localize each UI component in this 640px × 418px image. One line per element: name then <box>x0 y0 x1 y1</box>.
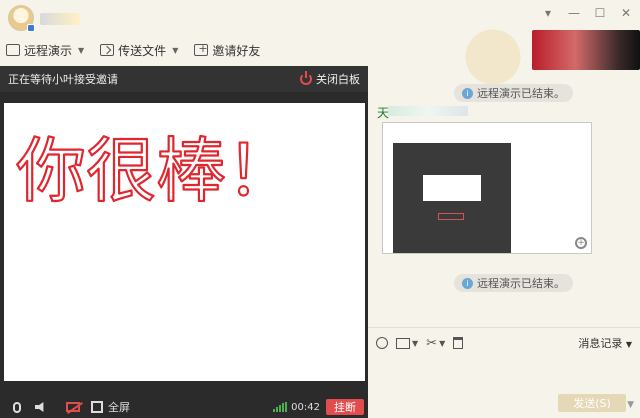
cat-background-image <box>458 22 528 92</box>
zoom-in-icon[interactable]: + <box>575 237 587 249</box>
whiteboard-status: 正在等待小叶接受邀请 <box>8 73 118 86</box>
system-notice: i 远程演示已结束。 <box>454 274 573 292</box>
send-file-icon <box>100 44 115 56</box>
handwriting-drawing: 你很棒！ <box>15 129 297 213</box>
close-icon[interactable]: ✕ <box>620 6 632 20</box>
handwriting-text: 你很棒！ <box>16 130 296 212</box>
notice-text: 远程演示已结束。 <box>477 277 565 290</box>
invite-icon <box>194 42 209 56</box>
image-icon <box>396 337 410 349</box>
camera-off-icon[interactable] <box>66 400 80 414</box>
message-history-label: 消息记录 <box>578 337 623 350</box>
whiteboard-canvas[interactable]: 你很棒！ <box>4 103 365 381</box>
contact-name-blurred <box>40 13 80 25</box>
maximize-icon[interactable]: ☐ <box>594 6 606 20</box>
send-file-button[interactable]: 传送文件 ▼ <box>100 42 178 59</box>
screenshot-button[interactable]: ✂ ▼ <box>426 336 445 351</box>
minimize-icon[interactable]: — <box>568 6 580 20</box>
trash-icon <box>453 337 464 349</box>
device-badge-icon <box>27 24 35 32</box>
sender-name-blurred <box>388 106 468 116</box>
thumbnail-card <box>423 175 481 201</box>
chevron-down-icon: ▼ <box>172 45 179 55</box>
image-button[interactable]: ▼ <box>396 337 418 349</box>
remote-demo-button[interactable]: 远程演示 ▼ <box>6 42 84 59</box>
fullscreen-icon[interactable] <box>90 400 104 414</box>
send-button[interactable]: 发送(S) <box>558 394 626 412</box>
whiteboard-header: 正在等待小叶接受邀请 关闭白板 <box>0 66 368 92</box>
chat-panel: i 远程演示已结束。 天 + i 远程演示已结束。 ▼ ✂ ▼ 消息记录 ▼ 发… <box>368 22 640 418</box>
signal-strength-icon <box>273 402 288 412</box>
chat-window: ▾ — ☐ ✕ 远程演示 ▼ 传送文件 ▼ 邀请好友 正在等待小叶接受邀请 关闭… <box>0 0 640 418</box>
message-history-button[interactable]: 消息记录 ▼ <box>578 335 632 351</box>
close-whiteboard-label: 关闭白板 <box>316 73 360 86</box>
close-whiteboard-button[interactable]: 关闭白板 <box>300 71 360 87</box>
fullscreen-label[interactable]: 全屏 <box>108 399 130 415</box>
send-options-caret-icon[interactable]: ▼ <box>627 400 634 410</box>
info-icon: i <box>462 87 473 99</box>
speaker-icon[interactable] <box>34 400 48 414</box>
thumbnail-dark-area <box>393 143 511 253</box>
screenshot-thumbnail[interactable]: + <box>382 122 592 254</box>
emoji-button[interactable] <box>376 337 388 349</box>
send-file-label: 传送文件 <box>118 43 167 58</box>
power-icon <box>300 71 312 85</box>
invite-friends-button[interactable]: 邀请好友 <box>194 42 260 59</box>
whiteboard-panel: 正在等待小叶接受邀请 关闭白板 你很棒！ 全屏 00:42 挂断 <box>0 66 368 418</box>
clear-button[interactable] <box>453 337 464 349</box>
hangup-button[interactable]: 挂断 <box>326 399 364 415</box>
call-timer: 00:42 <box>291 401 320 413</box>
thumbnail-button <box>438 213 464 220</box>
microphone-icon[interactable] <box>10 400 24 414</box>
input-divider <box>368 327 640 328</box>
ad-banner-image[interactable] <box>532 30 640 70</box>
remote-demo-label: 远程演示 <box>24 43 73 58</box>
menu-dropdown-icon[interactable]: ▾ <box>542 6 554 20</box>
emoji-icon <box>376 337 388 349</box>
chevron-down-icon: ▼ <box>78 45 85 55</box>
notice-text: 远程演示已结束。 <box>477 87 565 100</box>
chat-input-toolbar: ▼ ✂ ▼ 消息记录 ▼ <box>368 334 640 352</box>
scissors-icon: ✂ <box>426 335 438 351</box>
system-notice: i 远程演示已结束。 <box>454 84 573 102</box>
invite-label: 邀请好友 <box>212 43 261 58</box>
window-controls: ▾ — ☐ ✕ <box>542 6 632 20</box>
monitor-icon <box>6 44 20 56</box>
call-controls-bar: 全屏 00:42 挂断 <box>0 396 368 418</box>
top-toolbar: 远程演示 ▼ 传送文件 ▼ 邀请好友 <box>0 40 270 60</box>
info-icon: i <box>462 277 473 289</box>
